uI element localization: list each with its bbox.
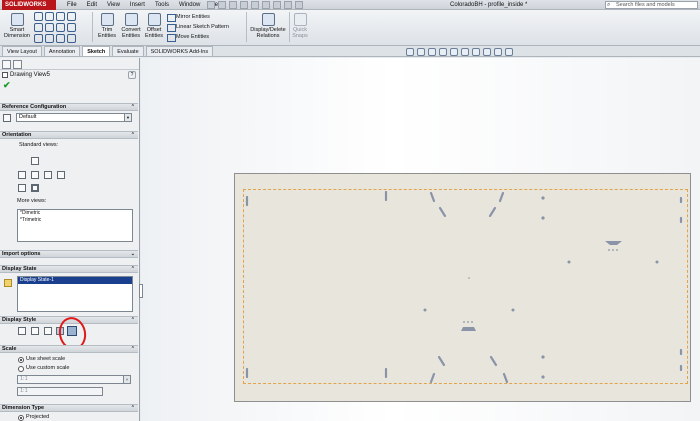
use-custom-scale-label: Use custom scale (26, 365, 70, 371)
display-state-icon (4, 279, 12, 287)
use-sheet-scale-radio[interactable] (18, 357, 24, 363)
view-back-icon[interactable] (57, 171, 65, 179)
projected-radio[interactable] (18, 415, 24, 421)
more-view-dimetric[interactable]: *Dimetric (18, 210, 132, 217)
hole-mark (608, 249, 610, 251)
ok-check-icon[interactable]: ✔ (0, 80, 139, 90)
scale-header[interactable]: Scale ⌃ (0, 345, 138, 353)
import-options-label: Import options (2, 251, 41, 257)
hole-mark (655, 260, 659, 264)
scale-custom-field[interactable]: 1:1 (17, 387, 103, 396)
collapse-icon[interactable]: ⌃ (131, 317, 135, 324)
view-isometric-icon[interactable] (18, 184, 26, 192)
scale-label: Scale (2, 346, 17, 352)
more-view-trimetric[interactable]: *Trimetric (18, 217, 132, 224)
display-state-label: Display State (2, 266, 37, 272)
reference-configuration-label: Reference Configuration (2, 104, 67, 110)
hole-mark (616, 249, 618, 251)
scale-select[interactable]: 1:1 ▼ (17, 375, 131, 384)
slot-mark (502, 372, 509, 384)
property-manager-header: Drawing View5 ? (0, 70, 139, 80)
display-state-header[interactable]: Display State ⌃ (0, 265, 138, 273)
hole-mark (541, 196, 545, 200)
import-options-header[interactable]: Import options ⌄ (0, 250, 138, 258)
hole-mark (567, 260, 571, 264)
orientation-label: Orientation (2, 132, 32, 138)
hole-mark (423, 308, 427, 312)
collapse-icon[interactable]: ⌃ (131, 266, 135, 273)
configuration-value: Default (19, 114, 37, 120)
help-icon[interactable]: ? (128, 71, 136, 79)
hole-mark (471, 321, 473, 323)
tab-mark (461, 327, 476, 331)
hole-mark (541, 355, 545, 359)
tab-mark (605, 241, 622, 245)
configuration-select[interactable]: Default ▼ (16, 113, 132, 122)
hole-mark (511, 308, 515, 312)
scale-custom-value: 1:1 (20, 388, 28, 394)
view-bottom-icon[interactable] (31, 184, 39, 192)
hidden-lines-visible-icon[interactable] (31, 327, 39, 335)
view-top-icon[interactable] (31, 157, 39, 165)
hole-mark (463, 321, 465, 323)
chevron-down-icon: ▼ (124, 114, 131, 121)
hole-mark (468, 277, 470, 279)
view-left-icon[interactable] (18, 171, 26, 179)
collapse-icon[interactable]: ⌃ (131, 405, 135, 412)
slot-mark (437, 355, 446, 367)
chevron-down-icon: ▼ (123, 376, 130, 383)
slot-mark (429, 372, 436, 384)
hole-mark (541, 216, 545, 220)
collapse-icon[interactable]: ⌃ (131, 346, 135, 353)
dimension-type-label: Dimension Type (2, 405, 45, 411)
slot-mark (488, 206, 497, 218)
view-front-icon[interactable] (31, 171, 39, 179)
display-style-label: Display Style (2, 317, 37, 323)
display-state-list[interactable]: Display State-1 (17, 276, 133, 312)
property-manager-title: Drawing View5 (10, 72, 50, 78)
slot-mark (429, 191, 436, 203)
configuration-icon (3, 114, 11, 122)
panel-tabs (0, 58, 139, 70)
display-state-item[interactable]: Display State-1 (18, 277, 132, 284)
drawing-view-icon (2, 72, 8, 78)
slot-mark (498, 191, 505, 203)
expand-icon[interactable]: ⌄ (131, 251, 135, 258)
hole-mark (541, 375, 545, 379)
hidden-lines-removed-icon[interactable] (44, 327, 52, 335)
property-manager-tab-icon[interactable] (13, 60, 22, 69)
use-custom-scale-radio[interactable] (18, 366, 24, 372)
use-sheet-scale-label: Use sheet scale (26, 356, 66, 362)
collapse-icon[interactable]: ⌃ (131, 104, 135, 111)
more-views-label: More views: (17, 198, 47, 204)
orientation-header[interactable]: Orientation ⌃ (0, 131, 138, 139)
projected-label: Projected (26, 414, 50, 420)
slot-mark (438, 206, 447, 218)
hole-mark (612, 249, 614, 251)
hole-mark (467, 321, 469, 323)
collapse-icon[interactable]: ⌃ (131, 132, 135, 139)
wireframe-icon[interactable] (18, 327, 26, 335)
scale-value: 1:1 (20, 376, 28, 382)
dimension-type-header[interactable]: Dimension Type ⌃ (0, 404, 138, 412)
view-right-icon[interactable] (44, 171, 52, 179)
panel-resize-handle[interactable] (139, 284, 143, 298)
standard-views-label: Standard views: (19, 142, 59, 148)
reference-configuration-header[interactable]: Reference Configuration ⌃ (0, 103, 138, 111)
more-views-list[interactable]: *Dimetric *Trimetric (17, 209, 133, 242)
feature-manager-tab-icon[interactable] (2, 60, 11, 69)
slot-mark (489, 355, 498, 367)
